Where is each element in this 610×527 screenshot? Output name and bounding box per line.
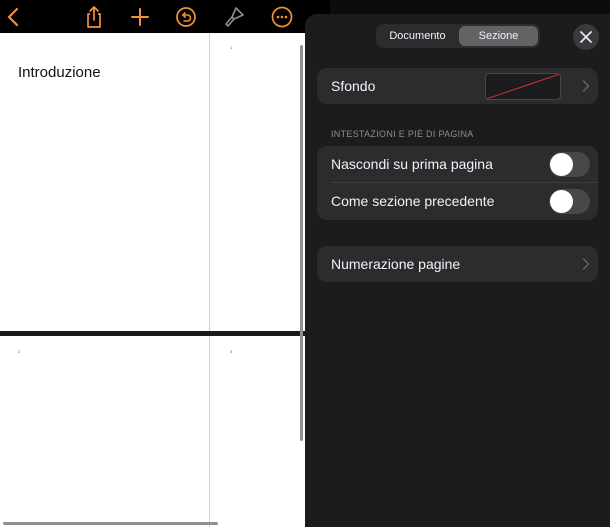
headers-section-title: INTESTAZIONI E PIÈ DI PAGINA xyxy=(331,129,474,139)
chevron-right-icon xyxy=(582,80,590,92)
format-brush-icon[interactable] xyxy=(222,5,246,29)
page-number: 3 xyxy=(230,349,233,354)
page-1[interactable]: 1 Introduzione xyxy=(0,33,232,331)
hide-first-page-label: Nascondi su prima pagina xyxy=(331,156,493,172)
background-label: Sfondo xyxy=(331,78,376,94)
page-numbering-group: Numerazione pagine xyxy=(317,246,598,282)
tab-sezione[interactable]: Sezione xyxy=(459,26,538,46)
add-icon[interactable] xyxy=(128,5,152,29)
chevron-right-icon xyxy=(582,258,590,270)
vertical-scrollbar[interactable] xyxy=(300,45,303,441)
hide-first-page-toggle[interactable] xyxy=(549,152,590,177)
toggle-knob xyxy=(550,190,573,213)
same-as-previous-label: Come sezione precedente xyxy=(331,193,495,209)
page-numbering-row[interactable]: Numerazione pagine xyxy=(317,246,598,282)
tab-selector: Documento Sezione xyxy=(376,24,540,48)
background-row[interactable]: Sfondo xyxy=(317,68,598,104)
page-number: 2 xyxy=(18,349,21,354)
same-as-previous-toggle[interactable] xyxy=(549,189,590,214)
document-heading[interactable]: Introduzione xyxy=(18,64,101,81)
toolbar-background xyxy=(330,0,610,14)
horizontal-scrollbar[interactable] xyxy=(3,522,218,525)
undo-icon[interactable] xyxy=(174,5,198,29)
close-button[interactable] xyxy=(573,24,599,50)
same-as-previous-row: Come sezione precedente xyxy=(317,183,598,220)
tab-documento[interactable]: Documento xyxy=(378,26,457,46)
close-icon xyxy=(580,31,592,43)
share-icon[interactable] xyxy=(82,5,106,29)
page-3[interactable]: 3 xyxy=(210,336,305,527)
background-group: Sfondo xyxy=(317,68,598,104)
headers-footers-group: Nascondi su prima pagina Come sezione pr… xyxy=(317,146,598,220)
document-canvas[interactable]: 1 Introduzione 2 3 xyxy=(0,33,305,527)
page-2[interactable]: 2 xyxy=(0,336,209,527)
format-panel: Documento Sezione Sfondo INTESTAZIONI E … xyxy=(305,14,610,527)
toggle-knob xyxy=(550,153,573,176)
more-icon[interactable] xyxy=(270,5,294,29)
page-number: 1 xyxy=(230,45,233,50)
hide-first-page-row: Nascondi su prima pagina xyxy=(317,146,598,183)
page-numbering-label: Numerazione pagine xyxy=(331,256,461,272)
toolbar xyxy=(0,0,305,33)
background-swatch[interactable] xyxy=(485,73,561,100)
back-chevron-icon[interactable] xyxy=(2,5,26,29)
